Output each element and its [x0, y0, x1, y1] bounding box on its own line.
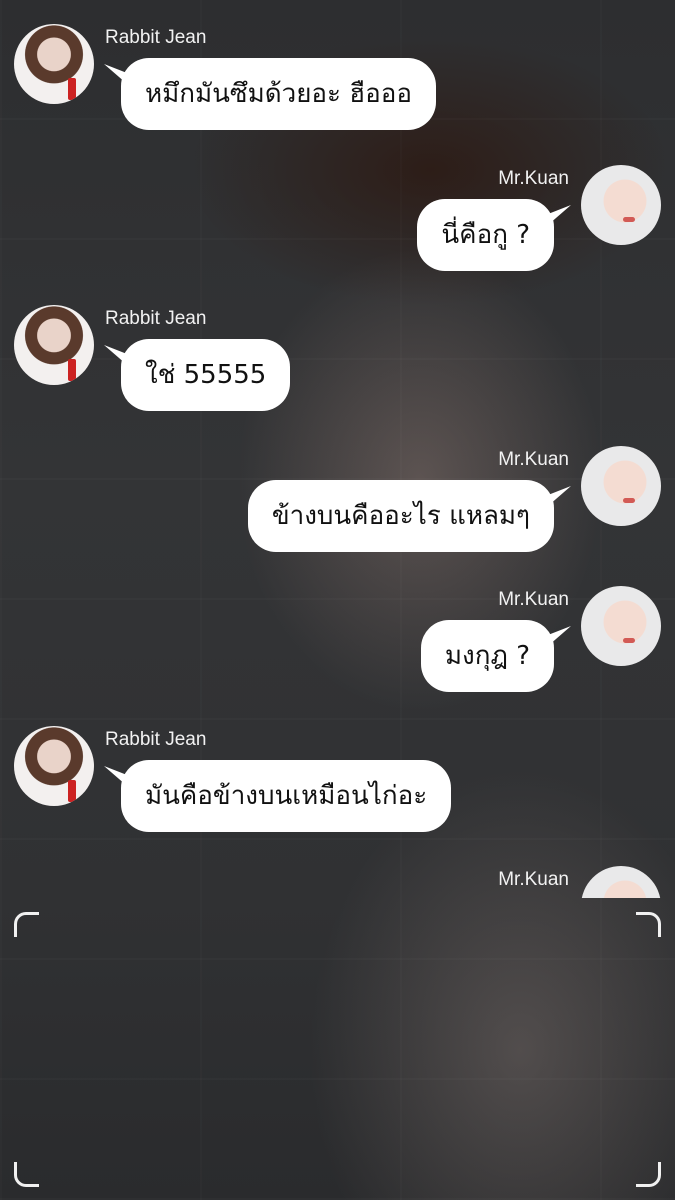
sender-name: Mr.Kuan [498, 168, 569, 189]
message-bubble[interactable]: มงกุฎ ? [420, 620, 554, 692]
avatar-mr-kuan[interactable] [581, 446, 661, 526]
message-row-right: Mr.Kuan ข้างบนคืออะไร แหลมๆ [0, 446, 675, 556]
viewfinder-corner-bottom-left [14, 1162, 39, 1187]
viewfinder-corner-top-left [14, 912, 39, 937]
avatar-mr-kuan[interactable] [581, 866, 661, 898]
sender-name: Rabbit Jean [105, 729, 207, 750]
sender-name: Mr.Kuan [498, 589, 569, 610]
avatar-rabbit-jean[interactable] [14, 726, 94, 806]
message-row-right: Mr.Kuan มงกุฎ ? [0, 586, 675, 696]
message-bubble[interactable]: ใช่ 55555 [121, 339, 291, 411]
viewfinder-corner-top-right [636, 912, 661, 937]
chat-thread[interactable]: Rabbit Jean หมึกมันซึมด้วยอะ ฮือออ Mr.Ku… [0, 0, 675, 1200]
message-row-right: Mr.Kuan นี่คือกู ? [0, 165, 675, 275]
message-row-left: Rabbit Jean หมึกมันซึมด้วยอะ ฮือออ [0, 24, 675, 134]
message-row-left: Rabbit Jean มันคือข้างบนเหมือนไก่อะ [0, 726, 675, 836]
avatar-mr-kuan[interactable] [581, 165, 661, 245]
sender-name: Rabbit Jean [105, 308, 207, 329]
sender-name: Mr.Kuan [498, 449, 569, 470]
message-row-left: Rabbit Jean ใช่ 55555 [0, 305, 675, 415]
message-bubble[interactable]: ข้างบนคืออะไร แหลมๆ [247, 480, 554, 552]
avatar-rabbit-jean[interactable] [14, 305, 94, 385]
avatar-mr-kuan[interactable] [581, 586, 661, 666]
message-bubble[interactable]: มันคือข้างบนเหมือนไก่อะ [121, 760, 452, 832]
message-row-right-partial: Mr.Kuan [0, 866, 675, 898]
avatar-rabbit-jean[interactable] [14, 24, 94, 104]
message-bubble[interactable]: หมึกมันซึมด้วยอะ ฮือออ [121, 58, 436, 130]
message-bubble[interactable]: นี่คือกู ? [417, 199, 554, 271]
sender-name: Rabbit Jean [105, 27, 207, 48]
viewfinder-corner-bottom-right [636, 1162, 661, 1187]
sender-name: Mr.Kuan [498, 869, 569, 890]
